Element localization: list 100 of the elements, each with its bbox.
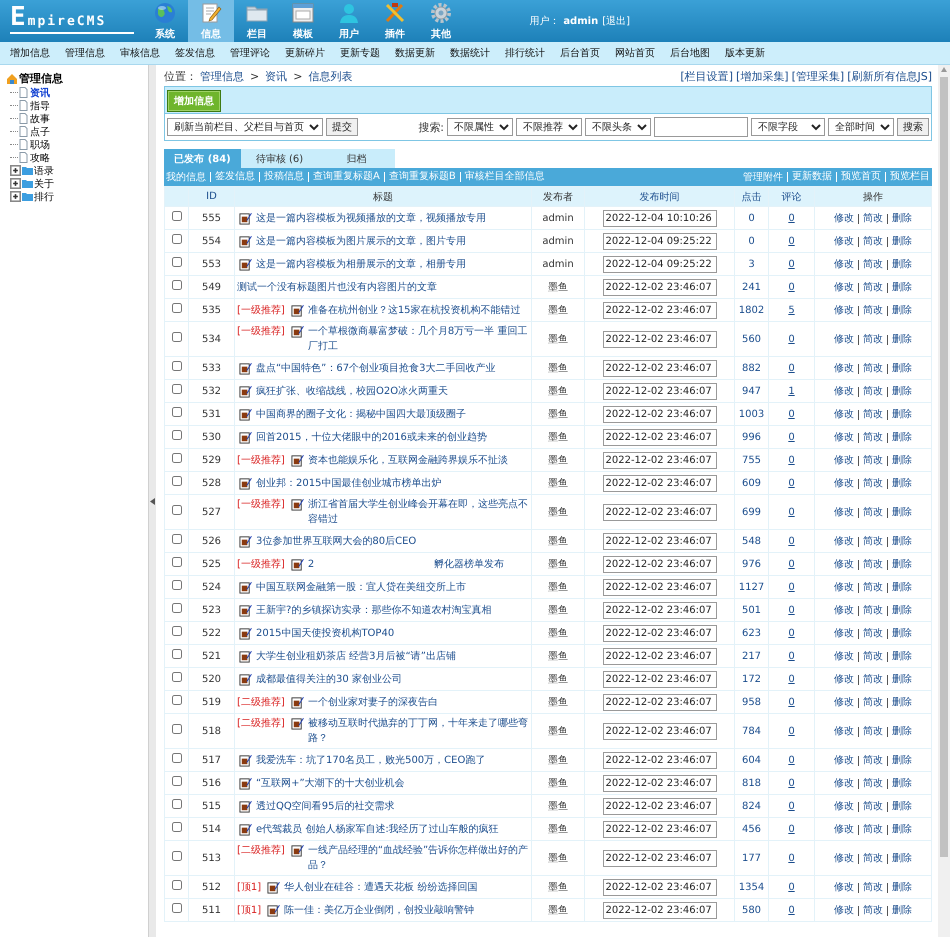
row-action-link[interactable]: 简改: [858, 236, 883, 246]
nav-tab[interactable]: 用户: [326, 0, 372, 42]
row-action-link[interactable]: 修改: [834, 334, 854, 344]
row-checkbox[interactable]: [172, 648, 182, 658]
row-checkbox[interactable]: [172, 902, 182, 912]
row-action-link[interactable]: 简改: [858, 802, 883, 812]
row-action-link[interactable]: 删除: [887, 432, 912, 442]
row-action-link[interactable]: 简改: [858, 508, 883, 518]
time-field[interactable]: 2022-12-02 23:46:07: [602, 278, 716, 296]
time-field[interactable]: 2022-12-02 23:46:07: [602, 878, 716, 896]
row-action-link[interactable]: 修改: [834, 906, 854, 916]
search-field[interactable]: [654, 117, 748, 137]
time-field[interactable]: 2022-12-02 23:46:07: [602, 474, 716, 492]
row-action-link[interactable]: 修改: [834, 560, 854, 570]
tree-item[interactable]: 语录: [34, 164, 54, 178]
action-link[interactable]: [增加采集]: [736, 68, 789, 84]
row-checkbox[interactable]: [172, 694, 182, 704]
row-action-link[interactable]: 简改: [858, 906, 883, 916]
time-field[interactable]: 2022-12-02 23:46:07: [602, 330, 716, 348]
comments-link[interactable]: 0: [788, 674, 795, 684]
time-field[interactable]: 2022-12-02 23:46:07: [602, 648, 716, 664]
row-action-link[interactable]: 简改: [858, 652, 883, 662]
row-checkbox[interactable]: [172, 332, 182, 342]
time-field[interactable]: 2022-12-02 23:46:07: [602, 452, 716, 468]
submit-button[interactable]: 提交: [326, 118, 358, 136]
time-field[interactable]: 2022-12-02 23:46:07: [602, 428, 716, 446]
row-action-link[interactable]: 修改: [834, 214, 854, 224]
comments-link[interactable]: 1: [788, 386, 795, 396]
time-field[interactable]: 2022-12-02 23:46:07: [602, 532, 716, 550]
time-field[interactable]: 2022-12-02 23:46:07: [602, 752, 716, 768]
tree-item[interactable]: 故事: [30, 112, 50, 126]
row-checkbox[interactable]: [172, 210, 182, 220]
row-checkbox[interactable]: [172, 724, 182, 734]
time-field[interactable]: 2022-12-02 23:46:07: [602, 602, 716, 618]
tree-item[interactable]: 职场: [30, 138, 50, 152]
menu-link[interactable]: 管理信息: [65, 46, 105, 60]
menu-link[interactable]: 更新专题: [340, 46, 380, 60]
time-field[interactable]: 2022-12-04 10:10:26: [602, 210, 716, 226]
row-action-link[interactable]: 简改: [858, 582, 883, 592]
row-action-link[interactable]: 简改: [858, 536, 883, 546]
row-action-link[interactable]: 修改: [834, 854, 854, 864]
scroll-thumb[interactable]: [940, 77, 948, 857]
title-link[interactable]: 资本也能娱乐化，互联网金融跨界娱乐不扯淡: [308, 452, 508, 468]
title-link[interactable]: 准备在杭州创业？这15家在杭投资机构不能错过: [308, 302, 521, 318]
comments-link[interactable]: 0: [788, 408, 795, 420]
row-action-link[interactable]: 修改: [834, 364, 854, 374]
filter-select[interactable]: 不限推荐: [516, 118, 582, 136]
tree-item[interactable]: 攻略: [30, 150, 50, 164]
comments-link[interactable]: 0: [788, 852, 795, 864]
row-action-link[interactable]: 修改: [834, 652, 854, 662]
row-action-link[interactable]: 删除: [887, 410, 912, 420]
comments-link[interactable]: 0: [788, 604, 795, 616]
row-checkbox[interactable]: [172, 504, 182, 514]
title-link[interactable]: 陈一佳：美亿万企业倒闭，创投业敲响警钟: [284, 902, 474, 918]
time-field[interactable]: 2022-12-02 23:46:07: [602, 406, 716, 422]
row-action-link[interactable]: 删除: [887, 854, 912, 864]
comments-link[interactable]: 0: [788, 506, 795, 518]
time-field[interactable]: 2022-12-02 23:46:07: [602, 774, 716, 792]
row-action-link[interactable]: 修改: [834, 282, 854, 292]
breadcrumb-link[interactable]: 管理信息: [200, 68, 244, 84]
row-action-link[interactable]: 修改: [834, 478, 854, 488]
row-checkbox[interactable]: [172, 626, 182, 636]
row-action-link[interactable]: 删除: [887, 606, 912, 616]
logout-link[interactable]: [退出]: [602, 14, 630, 28]
row-action-link[interactable]: 修改: [834, 726, 854, 736]
row-action-link[interactable]: 简改: [858, 674, 883, 684]
row-action-link[interactable]: 简改: [858, 306, 883, 316]
row-checkbox[interactable]: [172, 880, 182, 890]
time-field[interactable]: 2022-12-02 23:46:07: [602, 556, 716, 572]
time-field[interactable]: 2022-12-02 23:46:07: [602, 302, 716, 318]
breadcrumb-link[interactable]: 资讯: [265, 68, 288, 84]
row-action-link[interactable]: 修改: [834, 536, 854, 546]
time-field[interactable]: 2022-12-02 23:46:07: [602, 504, 716, 520]
menu-link[interactable]: 排行统计: [505, 46, 545, 60]
row-action-link[interactable]: 简改: [858, 478, 883, 488]
row-checkbox[interactable]: [172, 822, 182, 832]
title-link[interactable]: 一线产品经理的“血战经验”告诉你怎样做出好的产品？: [308, 843, 529, 873]
time-field[interactable]: 2022-12-02 23:46:07: [602, 694, 716, 710]
comments-link[interactable]: 0: [788, 778, 795, 788]
row-action-link[interactable]: 删除: [887, 508, 912, 518]
tab[interactable]: 归档: [318, 149, 395, 168]
time-field[interactable]: 2022-12-02 23:46:07: [602, 670, 716, 688]
row-action-link[interactable]: 删除: [887, 536, 912, 546]
row-action-link[interactable]: 删除: [887, 824, 912, 834]
row-action-link[interactable]: 简改: [858, 560, 883, 570]
row-action-link[interactable]: 修改: [834, 386, 854, 396]
row-action-link[interactable]: 删除: [887, 698, 912, 708]
row-action-link[interactable]: 简改: [858, 260, 883, 270]
breadcrumb-link[interactable]: 信息列表: [308, 68, 352, 84]
row-action-link[interactable]: 删除: [887, 364, 912, 374]
comments-link[interactable]: 0: [788, 582, 795, 592]
row-action-link[interactable]: 修改: [834, 306, 854, 316]
row-action-link[interactable]: 删除: [887, 756, 912, 766]
row-action-link[interactable]: 修改: [834, 824, 854, 834]
row-action-link[interactable]: 简改: [858, 432, 883, 442]
row-action-link[interactable]: 简改: [858, 726, 883, 736]
comments-link[interactable]: 0: [788, 824, 795, 834]
row-checkbox[interactable]: [172, 580, 182, 590]
title-link[interactable]: 浙江省首届大学生创业峰会开幕在即，这些亮点不容错过: [308, 497, 529, 527]
row-action-link[interactable]: 删除: [887, 560, 912, 570]
